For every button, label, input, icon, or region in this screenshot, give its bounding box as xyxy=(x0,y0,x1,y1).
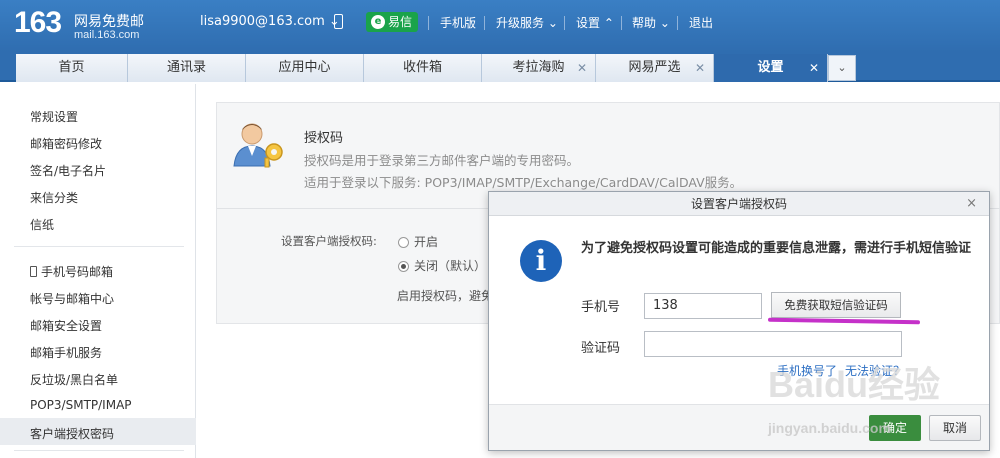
user-key-icon xyxy=(233,123,283,168)
radio-enable[interactable] xyxy=(398,237,409,248)
sidebar-item-phone-mailbox[interactable]: 手机号码邮箱 xyxy=(30,263,113,280)
page-title: 授权码 xyxy=(304,131,344,146)
tab-home[interactable]: 首页 xyxy=(16,54,128,82)
dialog-message: 为了避免授权码设置可能造成的重要信息泄露，需进行手机短信验证 xyxy=(581,241,972,256)
close-icon[interactable]: × xyxy=(966,192,977,216)
enable-hint: 启用授权码，避免 xyxy=(397,289,494,303)
divider xyxy=(484,16,485,30)
yixin-icon: e xyxy=(371,15,385,29)
radio-enable-label[interactable]: 开启 xyxy=(414,233,438,250)
chevron-down-icon: ⌄ xyxy=(659,16,670,30)
divider xyxy=(677,16,678,30)
upgrade-label: 升级服务 xyxy=(496,16,545,30)
sidebar-item-mobile-service[interactable]: 邮箱手机服务 xyxy=(30,344,102,361)
setting-label: 设置客户端授权码: xyxy=(281,234,377,248)
user-email-menu[interactable]: lisa9900@163.com ⌄ xyxy=(200,14,340,29)
cancel-button[interactable]: 取消 xyxy=(929,415,981,441)
sidebar-item-antispam[interactable]: 反垃圾/黑白名单 xyxy=(30,371,118,388)
sidebar-item-signature[interactable]: 签名/电子名片 xyxy=(30,162,106,179)
sidebar-item-password[interactable]: 邮箱密码修改 xyxy=(30,135,102,152)
info-icon: i xyxy=(520,240,562,282)
radio-disable[interactable] xyxy=(398,261,409,272)
close-icon[interactable]: ✕ xyxy=(577,54,587,82)
tab-label: 考拉海购 xyxy=(512,60,565,75)
tab-yanxuan[interactable]: 网易严选 ✕ xyxy=(596,54,714,82)
yixin-label: 易信 xyxy=(388,15,413,29)
divider xyxy=(428,16,429,30)
sidebar-item-pop3[interactable]: POP3/SMTP/IMAP xyxy=(30,398,132,412)
code-label: 验证码 xyxy=(581,341,621,356)
upgrade-menu[interactable]: 升级服务 ⌄ xyxy=(496,14,558,31)
tab-label: 收件箱 xyxy=(402,60,442,75)
sidebar-item-label: 手机号码邮箱 xyxy=(41,265,114,279)
sidebar-item-security[interactable]: 邮箱安全设置 xyxy=(30,317,102,334)
mobile-phone-icon xyxy=(30,266,37,277)
chevron-down-icon: ⌄ xyxy=(547,16,558,30)
chevron-up-icon: ⌃ xyxy=(603,16,614,30)
logo-number[interactable]: 163 xyxy=(14,6,62,40)
tab-kaola[interactable]: 考拉海购 ✕ xyxy=(482,54,596,82)
help-label: 帮助 xyxy=(632,16,657,30)
sidebar-divider xyxy=(14,246,184,247)
settings-menu[interactable]: 设置 ⌃ xyxy=(576,14,614,31)
divider xyxy=(621,16,622,30)
phone-label: 手机号 xyxy=(581,300,621,315)
tab-label: 首页 xyxy=(58,60,85,75)
sidebar-item-stationery[interactable]: 信纸 xyxy=(30,216,54,233)
settings-label: 设置 xyxy=(576,16,601,30)
yixin-button[interactable]: e 易信 xyxy=(366,12,418,32)
divider xyxy=(564,16,565,30)
auth-services: 适用于登录以下服务: POP3/IMAP/SMTP/Exchange/CardD… xyxy=(304,175,743,190)
logo-domain[interactable]: mail.163.com xyxy=(74,29,139,41)
get-sms-code-button[interactable]: 免费获取短信验证码 xyxy=(771,292,901,318)
phone-icon[interactable] xyxy=(334,14,343,29)
tab-contacts[interactable]: 通讯录 xyxy=(128,54,246,82)
tab-label: 设置 xyxy=(757,60,784,75)
phone-input[interactable]: 138 xyxy=(644,293,762,319)
dialog-title-bar: 设置客户端授权码 × xyxy=(489,192,989,216)
auth-description: 授权码是用于登录第三方邮件客户端的专用密码。 xyxy=(304,153,580,168)
mobile-link[interactable]: 手机版 xyxy=(440,14,476,31)
dialog-title: 设置客户端授权码 xyxy=(690,197,787,211)
user-email: lisa9900@163.com xyxy=(200,14,325,29)
verification-code-input[interactable] xyxy=(644,331,902,357)
sidebar-item-client-auth[interactable]: 客户端授权密码 xyxy=(30,425,114,442)
chevron-down-icon: ⌄ xyxy=(837,61,847,74)
help-menu[interactable]: 帮助 ⌄ xyxy=(632,14,670,31)
tab-label: 通讯录 xyxy=(166,60,206,75)
radio-disable-label[interactable]: 关闭（默认） xyxy=(414,257,486,274)
tab-more-dropdown[interactable]: ⌄ xyxy=(828,55,856,81)
close-icon[interactable]: ✕ xyxy=(695,54,705,82)
logout-link[interactable]: 退出 xyxy=(689,14,713,31)
tab-label: 应用中心 xyxy=(278,60,331,75)
tab-label: 网易严选 xyxy=(628,60,681,75)
logo-name[interactable]: 网易免费邮 xyxy=(74,11,144,31)
top-header: 163 网易免费邮 mail.163.com lisa9900@163.com … xyxy=(0,0,1000,52)
sidebar-divider xyxy=(14,450,184,451)
watermark-url: jingyan.baidu.com xyxy=(768,420,891,436)
tab-settings[interactable]: 设置 ✕ xyxy=(714,54,828,82)
tab-app-center[interactable]: 应用中心 xyxy=(246,54,364,82)
sidebar-item-general[interactable]: 常规设置 xyxy=(30,108,78,125)
watermark-brand: Baidu经验 xyxy=(768,364,941,405)
settings-sidebar: 常规设置 邮箱密码修改 签名/电子名片 来信分类 信纸 手机号码邮箱 帐号与邮箱… xyxy=(0,84,196,458)
sidebar-item-account-center[interactable]: 帐号与邮箱中心 xyxy=(30,290,114,307)
close-icon[interactable]: ✕ xyxy=(809,54,819,82)
tab-inbox[interactable]: 收件箱 xyxy=(364,54,482,82)
sidebar-item-mail-filter[interactable]: 来信分类 xyxy=(30,189,78,206)
